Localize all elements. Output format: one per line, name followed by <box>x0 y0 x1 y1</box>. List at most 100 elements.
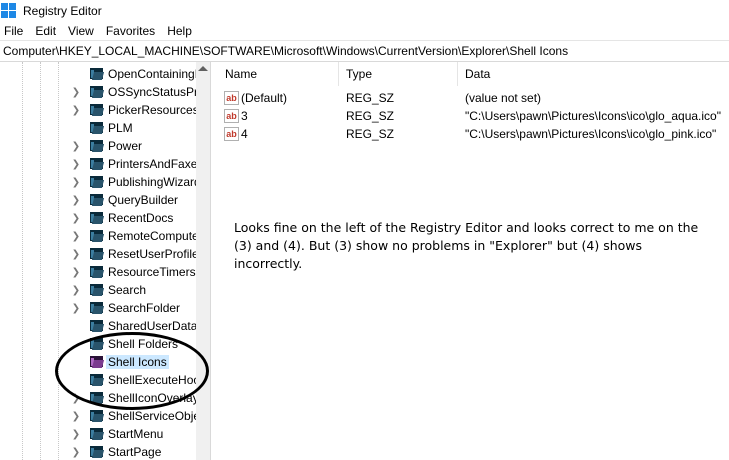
menu-file[interactable]: File <box>0 24 29 38</box>
chevron-right-icon[interactable]: ❯ <box>70 281 82 299</box>
tree-pane: OpenContainingF ❯ OSSyncStatusProv ❯ PickerR… <box>0 62 211 460</box>
registry-key-icon <box>90 302 105 314</box>
chevron-right-icon <box>70 119 82 137</box>
tree-item-label: ResourceTimers <box>108 265 196 279</box>
column-divider[interactable] <box>338 62 339 86</box>
annotation-note: Looks fine on the left of the Registry E… <box>234 219 714 273</box>
chevron-right-icon[interactable]: ❯ <box>70 209 82 227</box>
tree-item[interactable]: ❯ StartMenu <box>70 425 164 443</box>
chevron-right-icon <box>70 371 82 389</box>
chevron-right-icon[interactable]: ❯ <box>70 155 82 173</box>
chevron-right-icon <box>70 317 82 335</box>
tree-item[interactable]: ❯ ShellServiceObjec <box>70 407 206 425</box>
registry-key-icon <box>90 194 105 206</box>
tree-item[interactable]: ❯ Search <box>70 281 146 299</box>
tree-item[interactable]: ❯ ResetUserProfileC <box>70 245 208 263</box>
registry-key-icon <box>90 356 105 368</box>
value-row[interactable]: ab 3 REG_SZ "C:\Users\pawn\Pictures\Icons\i… <box>216 107 729 125</box>
value-name-cell: ab 3 <box>224 107 248 125</box>
tree-item[interactable]: ❯ RemoteCompute <box>70 227 199 245</box>
tree-item[interactable]: ❯ ShellIconOverlayI <box>70 389 202 407</box>
registry-key-icon <box>90 176 105 188</box>
registry-key-icon <box>90 266 105 278</box>
registry-key-icon <box>90 230 105 242</box>
tree-item[interactable]: Shell Folders <box>70 335 178 353</box>
tree-item[interactable]: ❯ StartPage <box>70 443 162 460</box>
tree-item[interactable]: ShellExecuteHool <box>70 371 203 389</box>
chevron-right-icon[interactable]: ❯ <box>70 407 82 425</box>
chevron-right-icon <box>70 335 82 353</box>
tree-item-label: StartMenu <box>108 427 164 441</box>
tree-item[interactable]: ❯ Power <box>70 137 142 155</box>
tree-item[interactable]: ❯ RecentDocs <box>70 209 174 227</box>
chevron-right-icon[interactable]: ❯ <box>70 263 82 281</box>
chevron-right-icon[interactable]: ❯ <box>70 443 82 460</box>
tree-item[interactable]: ❯ PrintersAndFaxes <box>70 155 204 173</box>
value-name-cell: ab (Default) <box>224 89 287 107</box>
tree-item[interactable]: ❯ SearchFolder <box>70 299 180 317</box>
tree-item-label: OpenContainingF <box>108 67 203 81</box>
registry-key-icon <box>90 122 105 134</box>
registry-key-icon <box>90 158 105 170</box>
tree-item-label: Power <box>108 139 143 153</box>
chevron-right-icon[interactable]: ❯ <box>70 101 82 119</box>
menu-help[interactable]: Help <box>161 24 198 38</box>
column-header-data[interactable]: Data <box>465 62 490 86</box>
tree-item[interactable]: ❯ ResourceTimers <box>70 263 196 281</box>
tree-item-label: ResetUserProfileC <box>108 247 208 261</box>
tree-scrollbar[interactable] <box>196 62 210 460</box>
value-type: REG_SZ <box>346 109 395 123</box>
tree-item[interactable]: Shell Icons <box>70 353 169 371</box>
chevron-right-icon[interactable]: ❯ <box>70 173 82 191</box>
chevron-right-icon[interactable]: ❯ <box>70 227 82 245</box>
tree-item-label: PrintersAndFaxes <box>108 157 204 171</box>
tree-item[interactable]: ❯ PublishingWizard <box>70 173 201 191</box>
tree-item[interactable]: SharedUserData <box>70 317 197 335</box>
chevron-right-icon[interactable]: ❯ <box>70 299 82 317</box>
value-data: (value not set) <box>465 91 542 105</box>
column-divider[interactable] <box>457 62 458 86</box>
chevron-right-icon[interactable]: ❯ <box>70 425 82 443</box>
value-name: 3 <box>241 109 248 123</box>
value-data: "C:\Users\pawn\Pictures\Icons\ico\glo_aq… <box>465 109 721 123</box>
registry-key-icon <box>90 140 105 152</box>
tree-item-label: ShellServiceObjec <box>108 409 207 423</box>
menu-view[interactable]: View <box>62 24 100 38</box>
chevron-right-icon[interactable]: ❯ <box>70 191 82 209</box>
column-header-type[interactable]: Type <box>346 62 372 86</box>
tree-item-label: Search <box>108 283 147 297</box>
value-type: REG_SZ <box>346 91 395 105</box>
tree-item-label: Shell Folders <box>108 337 179 351</box>
window-title: Registry Editor <box>23 3 102 18</box>
chevron-right-icon[interactable]: ❯ <box>70 245 82 263</box>
value-row[interactable]: ab 4 REG_SZ "C:\Users\pawn\Pictures\Icons\i… <box>216 125 729 143</box>
column-header-name[interactable]: Name <box>225 62 257 86</box>
registry-key-icon <box>90 320 105 332</box>
chevron-right-icon[interactable]: ❯ <box>70 83 82 101</box>
tree-item-label: ShellExecuteHool <box>108 373 203 387</box>
annotation-line: Looks fine on the left of the Registry E… <box>234 220 699 235</box>
address-bar <box>0 41 729 62</box>
tree-item[interactable]: ❯ QueryBuilder <box>70 191 178 209</box>
registry-key-icon <box>90 284 105 296</box>
registry-key-icon <box>90 68 105 80</box>
menu-favorites[interactable]: Favorites <box>100 24 161 38</box>
tree-item-label: RemoteCompute <box>108 229 199 243</box>
tree-item[interactable]: OpenContainingF <box>70 65 202 83</box>
registry-key-icon <box>90 212 105 224</box>
value-row[interactable]: ab (Default) REG_SZ (value not set) <box>216 89 729 107</box>
tree-item-label: RecentDocs <box>108 211 174 225</box>
chevron-right-icon <box>70 65 82 83</box>
tree-item[interactable]: ❯ PickerResources <box>70 101 199 119</box>
chevron-right-icon[interactable]: ❯ <box>70 137 82 155</box>
tree-item-label: PickerResources <box>108 103 199 117</box>
address-input[interactable] <box>3 44 723 58</box>
tree-item[interactable]: ❯ OSSyncStatusProv <box>70 83 210 101</box>
scroll-up-icon[interactable] <box>198 66 208 71</box>
registry-key-icon <box>90 338 105 350</box>
registry-editor-icon <box>1 2 17 19</box>
menu-edit[interactable]: Edit <box>29 24 62 38</box>
chevron-right-icon[interactable]: ❯ <box>70 389 82 407</box>
string-value-icon: ab <box>224 91 239 105</box>
tree-item[interactable]: PLM <box>70 119 133 137</box>
